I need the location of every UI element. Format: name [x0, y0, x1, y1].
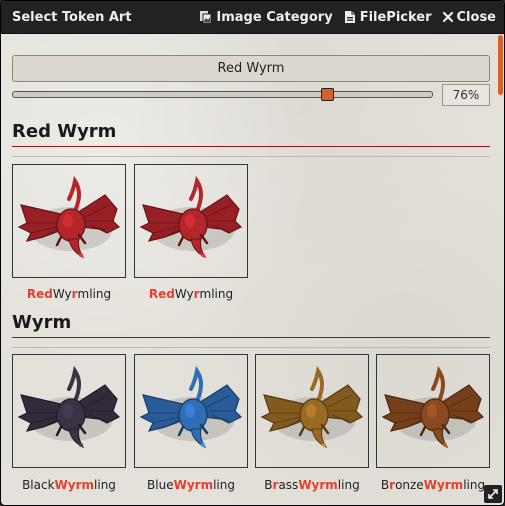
section-title-red-wyrm: Red Wyrm [12, 121, 490, 147]
close-icon [442, 11, 453, 23]
token-caption: BlackWyrmling [22, 478, 116, 492]
image-category-button[interactable]: Image Category [199, 9, 333, 25]
section-title-wyrm: Wyrm [12, 312, 490, 338]
zoom-value: 76% [442, 84, 490, 106]
section-divider [12, 347, 490, 348]
token-caption: BrassWyrmling [264, 478, 360, 492]
token-tile[interactable] [376, 354, 490, 468]
token-caption: BlueWyrmling [147, 478, 235, 492]
token-caption: RedWyrmling [148, 287, 234, 301]
token-tile[interactable] [134, 354, 248, 468]
token-tile[interactable] [12, 354, 126, 468]
token-art-window: Select Token Art Image Category FilePick… [0, 0, 505, 506]
token-tile[interactable] [255, 354, 369, 468]
filepicker-label: FilePicker [359, 9, 432, 25]
token-caption: BronzeWyrmling [380, 478, 486, 492]
token-tile[interactable] [134, 164, 248, 278]
token-tile[interactable] [12, 164, 126, 278]
image-category-label: Image Category [216, 9, 333, 25]
scrollbar[interactable] [498, 35, 503, 95]
section-divider [12, 156, 490, 157]
close-label: Close [456, 9, 496, 25]
zoom-slider[interactable] [12, 91, 433, 98]
token-caption: RedWyrmling [26, 287, 112, 301]
zoom-slider-handle[interactable] [321, 88, 334, 101]
window-title: Select Token Art [12, 9, 132, 25]
window-header[interactable]: Select Token Art Image Category FilePick… [1, 1, 504, 34]
resize-handle[interactable] [484, 485, 502, 503]
close-button[interactable]: Close [442, 10, 496, 25]
image-category-icon [200, 11, 212, 24]
file-icon [344, 11, 355, 23]
content-area: Red Wyrm 76% Red Wyrm RedWyrmling RedWyr… [1, 35, 498, 505]
resize-icon [488, 489, 498, 499]
filepicker-button[interactable]: FilePicker [343, 10, 432, 25]
search-input[interactable]: Red Wyrm [12, 55, 490, 82]
